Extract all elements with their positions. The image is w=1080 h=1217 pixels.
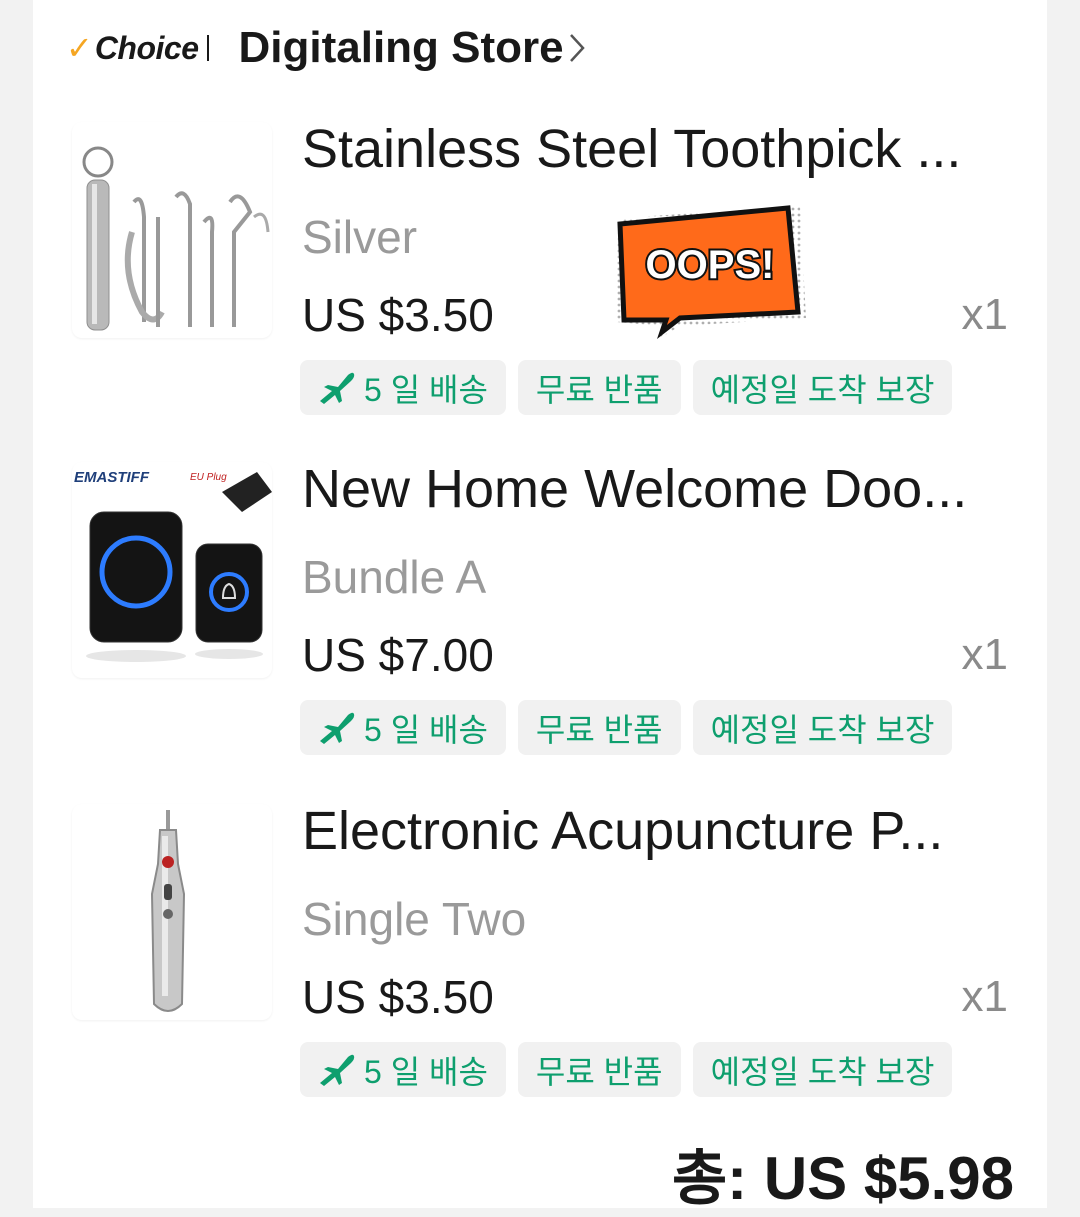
delivery-guarantee-tag: 예정일 도착 보장 xyxy=(692,700,953,755)
choice-badge: ✓ Choice xyxy=(66,30,209,67)
airplane-icon xyxy=(320,1054,355,1086)
item-quantity[interactable]: x1 xyxy=(962,630,1008,680)
airplane-icon xyxy=(320,712,355,744)
cart-item[interactable]: Electronic Acupuncture P... Single Two U… xyxy=(0,792,1080,1097)
item-variant: Bundle A xyxy=(302,551,487,603)
check-icon: ✓ xyxy=(66,30,93,66)
tag-label: 무료 반품 xyxy=(535,711,663,748)
item-quantity[interactable]: x1 xyxy=(962,972,1008,1022)
tag-label: 예정일 도착 보장 xyxy=(710,711,935,748)
acupuncture-pen-image[interactable] xyxy=(72,804,272,1020)
delivery-guarantee-tag: 예정일 도착 보장 xyxy=(692,360,953,415)
store-name[interactable]: Digitaling Store xyxy=(239,23,564,73)
tag-label: 5 일 배송 xyxy=(364,711,488,748)
free-return-tag: 무료 반품 xyxy=(517,700,681,755)
total-label: 총: xyxy=(671,1145,748,1212)
item-price: US $7.00 xyxy=(302,629,494,681)
airplane-icon xyxy=(320,372,355,404)
tag-label: 무료 반품 xyxy=(535,371,663,408)
tag-label: 예정일 도착 보장 xyxy=(710,1053,935,1090)
shipping-tag: 5 일 배송 xyxy=(300,700,506,755)
free-return-tag: 무료 반품 xyxy=(517,360,681,415)
shipping-tag: 5 일 배송 xyxy=(300,360,506,415)
oops-sticker: OOPS! xyxy=(616,205,806,340)
item-variant: Single Two xyxy=(302,893,527,945)
item-tags: 5 일 배송 무료 반품 예정일 도착 보장 xyxy=(300,700,953,755)
tag-label: 무료 반품 xyxy=(535,1053,663,1090)
tag-label: 5 일 배송 xyxy=(364,371,488,408)
store-header[interactable]: ✓ Choice Digitaling Store xyxy=(66,18,586,78)
sticker-text: OOPS! xyxy=(646,243,775,287)
doorbell-image[interactable]: EMASTIFF EU Plug xyxy=(72,462,272,678)
shipping-tag: 5 일 배송 xyxy=(300,1042,506,1097)
brand-text: EMASTIFF xyxy=(74,469,150,486)
toothpick-set-image[interactable] xyxy=(72,122,272,338)
item-title[interactable]: Electronic Acupuncture P... xyxy=(302,800,1002,862)
choice-label: Choice xyxy=(94,29,199,66)
item-title[interactable]: New Home Welcome Doo... xyxy=(302,458,1002,520)
item-price: US $3.50 xyxy=(302,971,494,1023)
item-title[interactable]: Stainless Steel Toothpick ... xyxy=(302,118,1002,180)
divider xyxy=(206,35,209,61)
free-return-tag: 무료 반품 xyxy=(517,1042,681,1097)
total-value: US $5.98 xyxy=(763,1145,1014,1212)
item-quantity[interactable]: x1 xyxy=(962,290,1008,340)
cart-item[interactable]: Stainless Steel Toothpick ... Silver US … xyxy=(0,110,1080,415)
order-total: 총: US $5.98 xyxy=(672,1130,1014,1217)
item-price: US $3.50 xyxy=(302,289,494,341)
chevron-right-icon[interactable] xyxy=(568,32,586,64)
delivery-guarantee-tag: 예정일 도착 보장 xyxy=(692,1042,953,1097)
item-tags: 5 일 배송 무료 반품 예정일 도착 보장 xyxy=(300,1042,953,1097)
cart-item[interactable]: EMASTIFF EU Plug New Home Welcome Doo...… xyxy=(0,450,1080,755)
item-tags: 5 일 배송 무료 반품 예정일 도착 보장 xyxy=(300,360,953,415)
tag-label: 5 일 배송 xyxy=(364,1053,488,1090)
item-variant: Silver xyxy=(302,211,418,263)
tag-label: 예정일 도착 보장 xyxy=(710,371,935,408)
plug-text: EU Plug xyxy=(190,472,227,483)
